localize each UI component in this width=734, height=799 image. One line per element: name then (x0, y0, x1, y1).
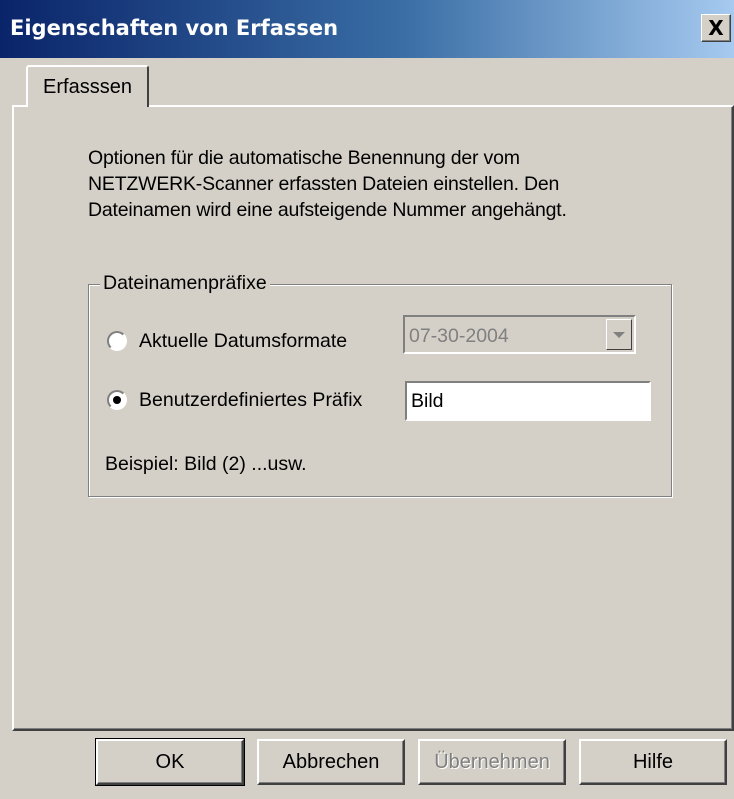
window-title: Eigenschaften von Erfassen (10, 16, 339, 40)
title-bar: Eigenschaften von Erfassen X (0, 0, 734, 58)
apply-button: Übernehmen (418, 739, 566, 785)
chevron-down-icon (613, 331, 625, 338)
date-format-select: 07-30-2004 (403, 315, 636, 354)
group-title: Dateinamenpräfixe (100, 271, 270, 295)
help-button[interactable]: Hilfe (579, 739, 727, 785)
tab-label: Erfasssen (43, 75, 132, 98)
prefix-input[interactable] (405, 381, 651, 421)
date-format-value: 07-30-2004 (409, 325, 509, 347)
radio-date-format[interactable] (107, 331, 127, 351)
description-line-1: Optionen für die automatische Benennung … (88, 147, 520, 169)
radio-date-format-label[interactable]: Aktuelle Datumsformate (139, 329, 347, 353)
example-text: Beispiel: Bild (2) ...usw. (105, 453, 307, 475)
cancel-button[interactable]: Abbrechen (257, 739, 405, 785)
close-icon: X (708, 16, 724, 40)
close-button[interactable]: X (701, 14, 731, 42)
tab-erfassen[interactable]: Erfasssen (26, 65, 149, 107)
radio-selected-dot (113, 396, 121, 404)
description-line-3: Dateinamen wird eine aufsteigende Nummer… (88, 199, 567, 221)
dropdown-button (606, 319, 632, 350)
ok-button[interactable]: OK (95, 738, 245, 786)
radio-custom-prefix[interactable] (107, 390, 127, 410)
radio-custom-prefix-label[interactable]: Benutzerdefiniertes Präfix (139, 388, 362, 412)
description-line-2: NETZWERK-Scanner erfassten Dateien einst… (88, 173, 560, 195)
description-text: Optionen für die automatische Benennung … (88, 145, 708, 223)
